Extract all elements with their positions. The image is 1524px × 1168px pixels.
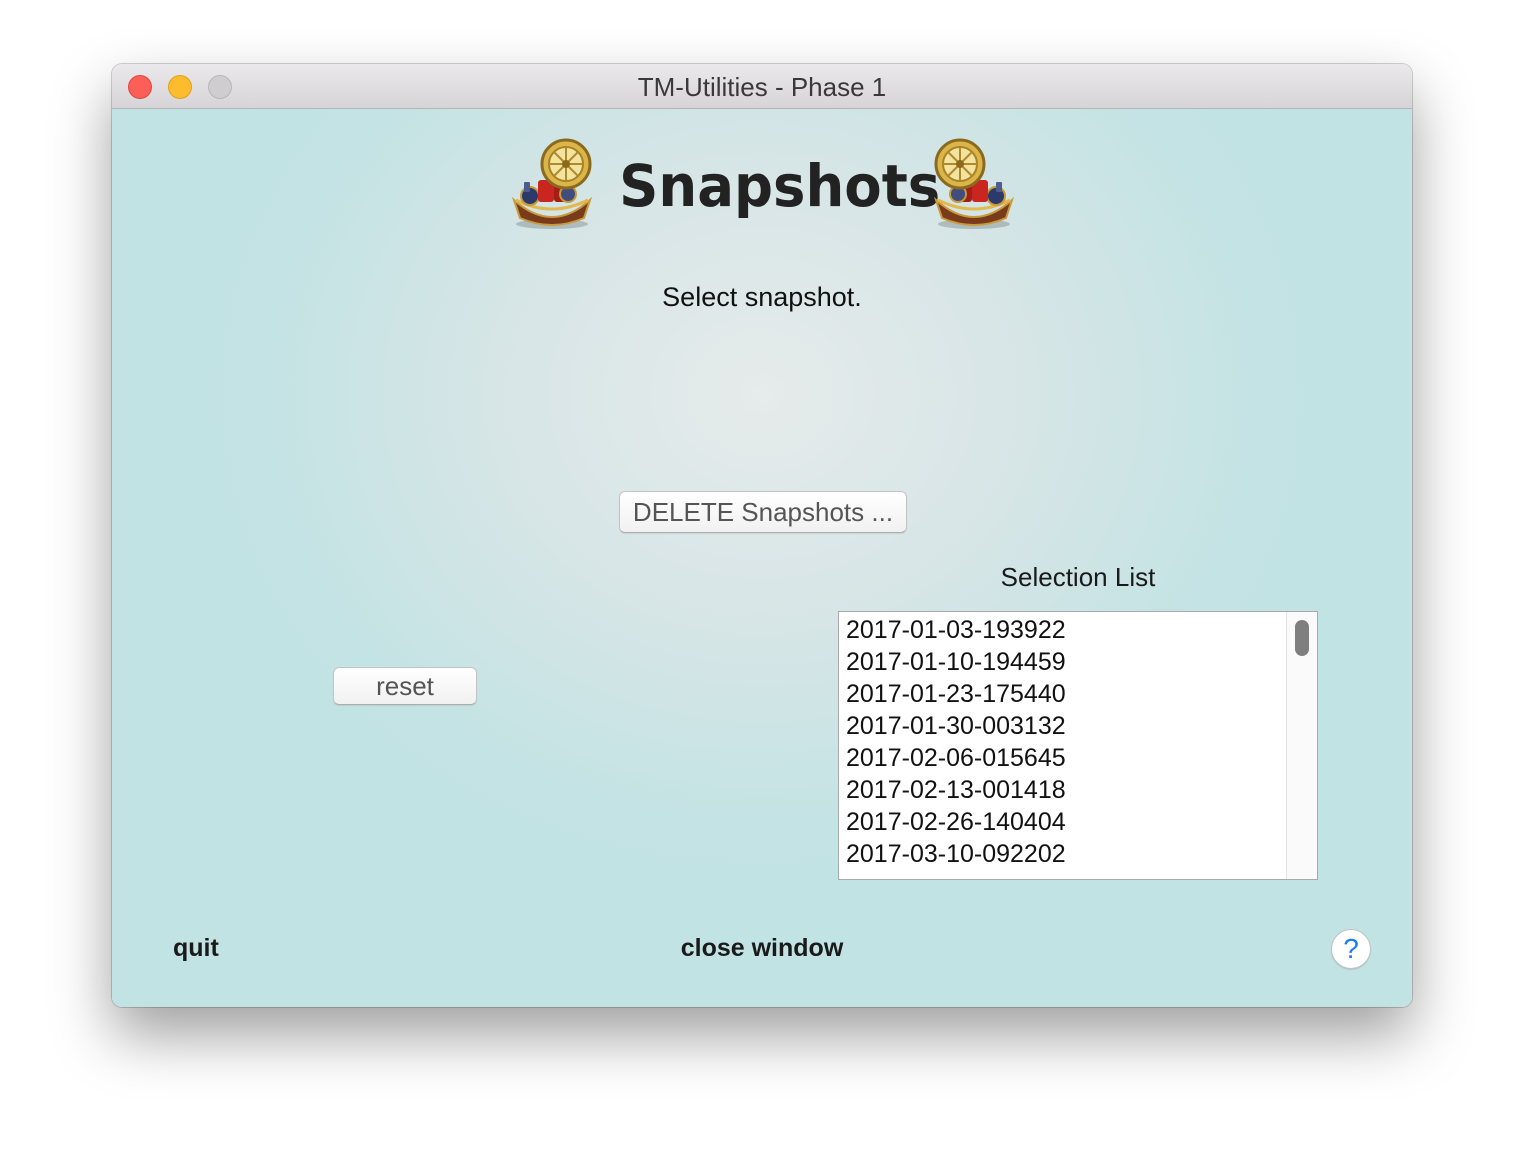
list-item[interactable]: 2017-02-13-001418 — [839, 774, 1289, 806]
minimize-window-light[interactable] — [168, 75, 192, 99]
help-button[interactable]: ? — [1331, 929, 1371, 969]
page-title: Snapshots — [619, 152, 941, 220]
list-item[interactable]: 2017-01-10-194459 — [839, 646, 1289, 678]
selection-list[interactable]: 2017-01-03-193922 2017-01-10-194459 2017… — [838, 611, 1318, 880]
zoom-window-light[interactable] — [208, 75, 232, 99]
treasure-chest-icon — [933, 138, 1015, 229]
list-item[interactable]: 2017-02-26-140404 — [839, 806, 1289, 838]
instruction-text: Select snapshot. — [662, 282, 862, 312]
delete-snapshots-button[interactable]: DELETE Snapshots ... — [619, 491, 907, 533]
reset-button[interactable]: reset — [333, 667, 477, 705]
quit-button[interactable]: quit — [173, 934, 219, 963]
list-item[interactable]: 2017-01-30-003132 — [839, 710, 1289, 742]
help-icon: ? — [1343, 933, 1359, 964]
close-window-button[interactable]: close window — [612, 934, 912, 963]
list-item[interactable]: 2017-01-03-193922 — [839, 614, 1289, 646]
treasure-chest-icon — [511, 138, 593, 229]
list-item[interactable]: 2017-01-23-175440 — [839, 678, 1289, 710]
selection-list-label: Selection List — [1000, 562, 1156, 592]
list-scroll-thumb[interactable] — [1295, 620, 1309, 656]
title-bar[interactable]: TM-Utilities - Phase 1 — [112, 64, 1412, 109]
list-scrollbar[interactable] — [1286, 612, 1317, 879]
close-window-light[interactable] — [128, 75, 152, 99]
selection-list-items: 2017-01-03-193922 2017-01-10-194459 2017… — [839, 612, 1289, 879]
app-window: TM-Utilities - Phase 1 Snapshots Select … — [112, 64, 1412, 1007]
list-item[interactable]: 2017-02-06-015645 — [839, 742, 1289, 774]
window-title: TM-Utilities - Phase 1 — [637, 72, 887, 102]
list-item[interactable]: 2017-03-10-092202 — [839, 838, 1289, 870]
